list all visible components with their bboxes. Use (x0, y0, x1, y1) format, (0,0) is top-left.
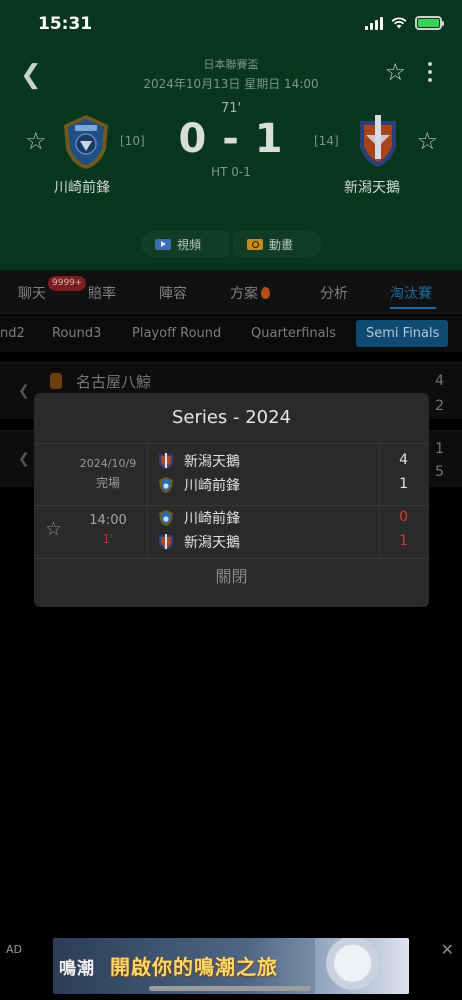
series-match-status: 完場 (95, 476, 120, 490)
series-team: 川崎前鋒 (158, 475, 240, 495)
animation-button[interactable]: 動畫 (233, 231, 321, 257)
chevron-left-icon[interactable]: ❮ (18, 451, 30, 467)
ad-text: 開啟你的鳴潮之旅 (110, 955, 278, 979)
series-match-row[interactable]: ☆ 14:00 1' 川崎前鋒 0 新潟天鵝 1 (34, 505, 429, 558)
ad-brand: 鳴潮 (59, 959, 95, 979)
tab-analysis[interactable]: 分析 (320, 283, 348, 303)
video-button[interactable]: 視頻 (141, 231, 229, 257)
video-icon (155, 238, 171, 250)
ad-label: AD (6, 943, 22, 956)
away-team-name[interactable]: 新潟天鵝 (344, 177, 400, 197)
away-favorite-star-icon[interactable]: ☆ (416, 127, 438, 155)
series-team-score: 1 (399, 533, 408, 549)
bracket-team-name: 名古屋八鯨 (76, 373, 152, 391)
chat-count-badge: 9999+ (48, 276, 87, 291)
round-tab-round3[interactable]: Round3 (42, 320, 111, 347)
chevron-left-icon[interactable]: ❮ (18, 383, 30, 399)
status-time: 15:31 (38, 14, 93, 34)
round-tab-quarterfinals[interactable]: Quarterfinals (241, 320, 346, 347)
niigata-crest-icon (159, 534, 173, 550)
battery-icon (415, 16, 444, 30)
home-team-name[interactable]: 川崎前鋒 (54, 177, 110, 197)
kawasaki-crest-icon (159, 477, 173, 493)
series-modal: Series - 2024 2024/10/9 完場 新潟天鵝 4 川崎前鋒 1 (34, 393, 429, 607)
ad-close-icon[interactable]: ✕ (441, 940, 454, 959)
bracket-value: 5 (435, 464, 444, 480)
video-label: 視頻 (177, 237, 202, 252)
series-team-score: 1 (399, 476, 408, 492)
series-team-score: 0 (399, 509, 408, 525)
bracket-value: 1 (435, 441, 444, 457)
signal-icon (365, 16, 383, 30)
series-match-live-minute: 1' (102, 532, 114, 546)
favorite-star-icon[interactable]: ☆ (384, 58, 406, 86)
bracket-value: 2 (435, 398, 444, 414)
status-icons (365, 16, 444, 30)
wifi-icon (391, 17, 407, 29)
more-options-icon[interactable] (428, 62, 432, 86)
tab-lineup[interactable]: 陣容 (159, 283, 187, 303)
series-team-name: 新潟天鵝 (184, 454, 240, 470)
tab-tips-label: 方案 (230, 286, 258, 302)
animation-label: 動畫 (269, 237, 294, 252)
kawasaki-crest-icon (159, 510, 173, 526)
away-team-rank: [14] (314, 134, 339, 148)
bracket-value: 4 (435, 373, 444, 389)
series-team: 新潟天鵝 (158, 532, 240, 552)
series-match-row[interactable]: 2024/10/9 完場 新潟天鵝 4 川崎前鋒 1 (34, 443, 429, 505)
favorite-star-icon[interactable]: ☆ (45, 518, 62, 540)
niigata-crest-icon (159, 453, 173, 469)
tab-chat[interactable]: 聊天 (18, 283, 46, 303)
active-tab-underline (390, 307, 436, 309)
series-match-date: 2024/10/9 (79, 457, 137, 470)
tab-knockout[interactable]: 淘汰賽 (390, 283, 432, 303)
home-indicator (149, 986, 311, 991)
team-logo (50, 373, 62, 389)
modal-title: Series - 2024 (171, 407, 292, 428)
series-team: 川崎前鋒 (158, 508, 240, 528)
series-team-name: 新潟天鵝 (184, 535, 240, 551)
round-tab-playoff[interactable]: Playoff Round (122, 320, 231, 347)
series-team: 新潟天鵝 (158, 451, 240, 471)
tab-odds[interactable]: 賠率 (88, 283, 116, 303)
round-tab-semifinals[interactable]: Semi Finals (356, 320, 448, 347)
series-team-name: 川崎前鋒 (184, 511, 240, 527)
media-buttons: 視頻 動畫 (141, 231, 321, 257)
fire-icon (261, 287, 270, 299)
series-team-name: 川崎前鋒 (184, 478, 240, 494)
series-team-score: 4 (399, 452, 408, 468)
tab-tips[interactable]: 方案 (230, 283, 270, 303)
round-tab-round2[interactable]: nd2 (0, 320, 35, 347)
animation-icon (247, 238, 263, 250)
round-selector: nd2 Round3 Playoff Round Quarterfinals S… (0, 316, 462, 352)
series-match-time: 14:00 (89, 513, 127, 528)
away-team-logo (360, 115, 396, 167)
match-header: 15:31 ❮ 日本聯賽盃 2024年10月13日 星期日 14:00 ☆ ☆ … (0, 0, 462, 270)
close-button[interactable]: 關閉 (34, 558, 429, 607)
ad-character-image (315, 938, 409, 994)
